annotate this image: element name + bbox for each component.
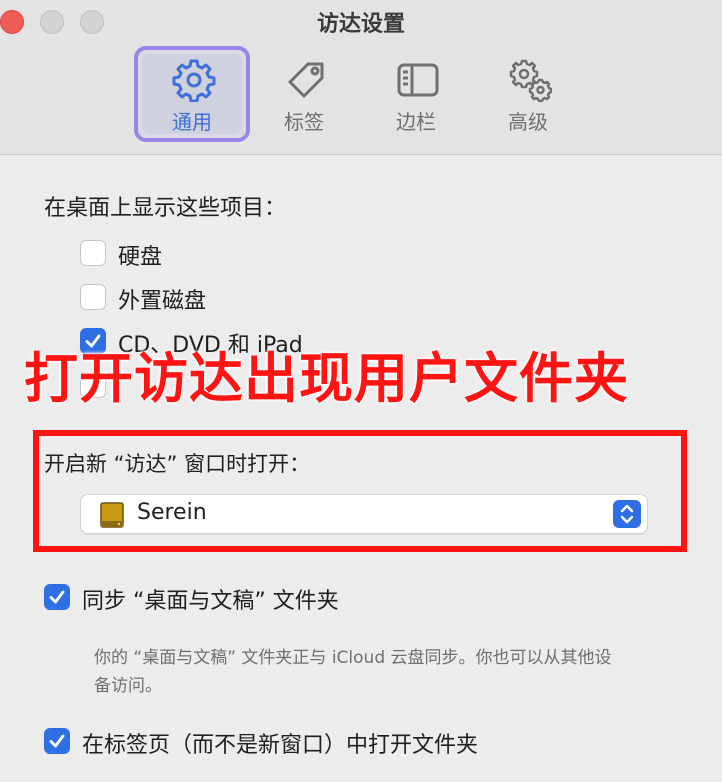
open-in-tabs-label: 在标签页（而不是新窗口）中打开文件夹 [82, 733, 479, 758]
tab-advanced-label: 高级 [508, 110, 548, 134]
tab-advanced[interactable]: 高级 [470, 46, 586, 142]
finder-settings-window: 访达设置 通用 标签 边栏 高级 在桌面上显示这些项目： 硬盘 外置磁盘 CD、… [0, 0, 722, 782]
sync-desktop-documents-checkbox[interactable] [44, 584, 70, 610]
hard-disks-checkbox[interactable] [80, 240, 106, 266]
tab-general-label: 通用 [172, 110, 212, 134]
external-disks-label: 外置磁盘 [118, 289, 207, 314]
annotation-text: 打开访达出现用户文件夹 [24, 347, 629, 410]
hard-disks-label: 硬盘 [118, 245, 163, 270]
checkmark-icon [49, 590, 65, 604]
tab-sidebar[interactable]: 边栏 [358, 46, 474, 142]
tab-general[interactable]: 通用 [134, 46, 250, 142]
tab-tags-label: 标签 [284, 110, 324, 134]
tab-sidebar-label: 边栏 [396, 110, 436, 134]
external-disks-checkbox[interactable] [80, 284, 106, 310]
gear-icon [172, 59, 216, 102]
sidebar-icon [397, 63, 439, 97]
sync-note: 你的 “桌面与文稿” 文件夹正与 iCloud 云盘同步。你也可以从其他设备访问… [94, 648, 612, 696]
annotation-highlight-box [33, 430, 687, 552]
sync-desktop-documents-label: 同步 “桌面与文稿” 文件夹 [82, 589, 339, 614]
tab-tags[interactable]: 标签 [246, 46, 362, 142]
checkmark-icon [49, 734, 65, 748]
open-in-tabs-checkbox[interactable] [44, 728, 70, 754]
title-bar: 访达设置 通用 标签 边栏 高级 [0, 0, 722, 155]
desktop-items-heading: 在桌面上显示这些项目： [44, 196, 287, 221]
gears-icon [509, 59, 552, 102]
tag-icon [288, 62, 324, 98]
window-title: 访达设置 [316, 12, 405, 37]
